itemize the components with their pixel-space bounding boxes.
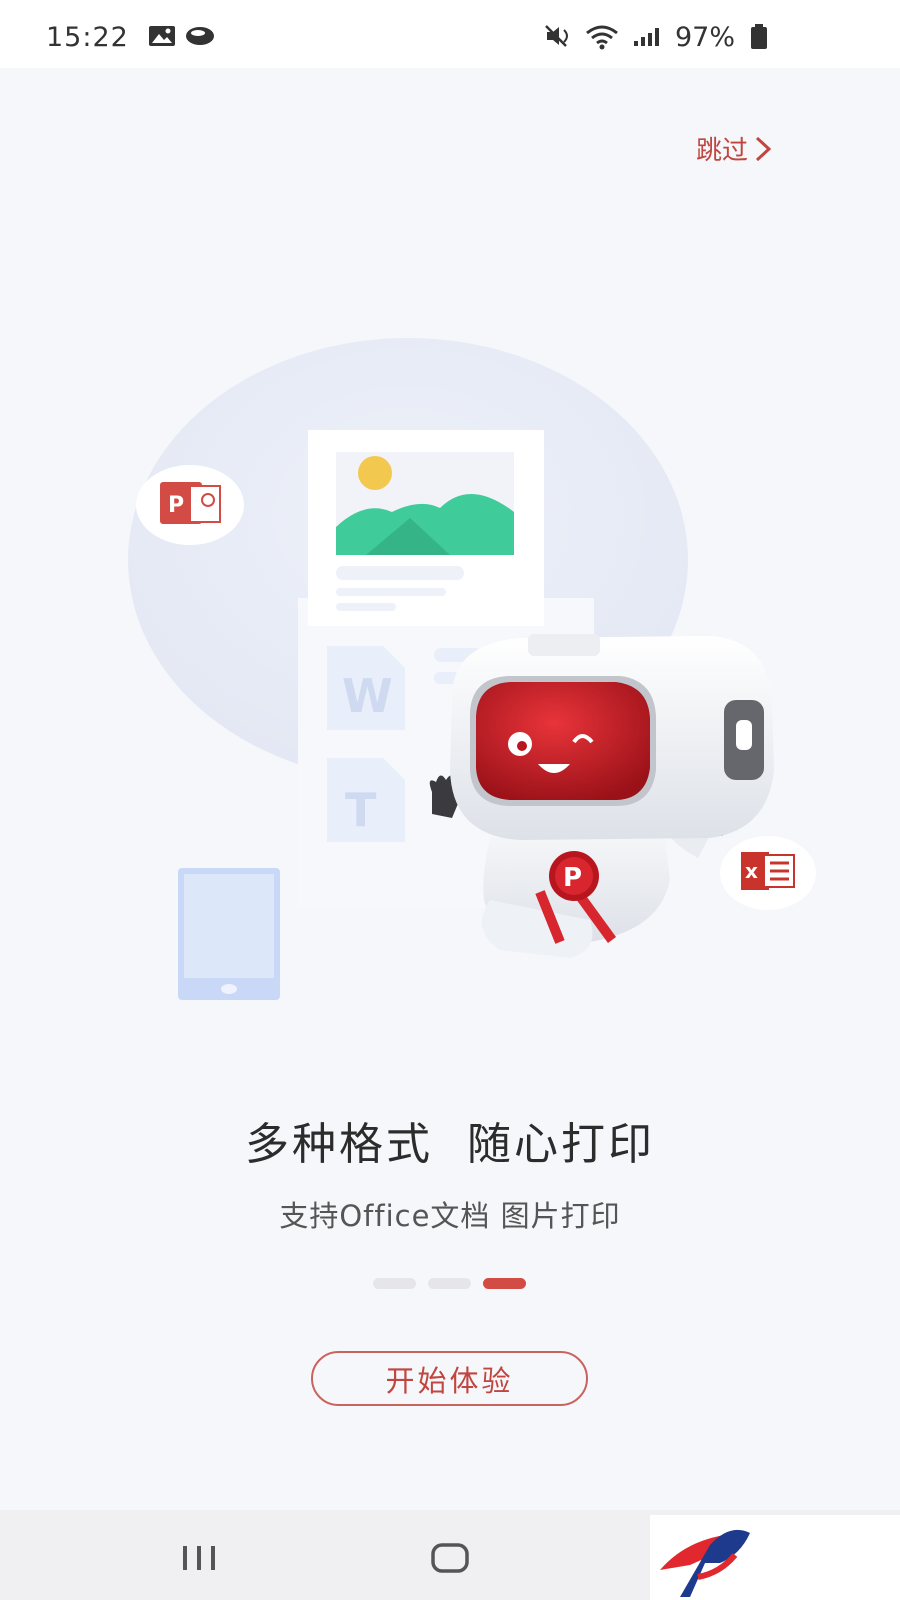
slide-subline: 支持Office文档 图片打印: [279, 1199, 621, 1233]
slide-headline: 多种格式 随心打印: [245, 1119, 655, 1170]
svg-text:x: x: [745, 859, 758, 883]
svg-text:P: P: [168, 493, 184, 518]
onboarding-illustration: W T P x P: [128, 338, 816, 1000]
mute-icon: [545, 25, 568, 47]
status-bar: 15:22 97%: [0, 0, 900, 68]
wifi-icon: [586, 25, 618, 50]
document-card-front: [308, 430, 544, 626]
battery-percent: 97%: [675, 22, 736, 53]
robot-mascot: P: [429, 634, 774, 958]
home-icon[interactable]: [430, 1542, 470, 1574]
gallery-icon: [149, 26, 175, 46]
svg-text:W: W: [342, 669, 393, 723]
status-time: 15:22: [46, 22, 129, 53]
brand-logo-icon: [660, 1529, 750, 1597]
chevron-right-icon: [756, 136, 772, 161]
signal-icon: [634, 28, 659, 46]
page-indicator: [373, 1278, 526, 1289]
brand-logo: [650, 1515, 900, 1600]
cloud-icon: [186, 27, 214, 45]
battery-icon: [751, 24, 767, 49]
page-dot-1: [373, 1278, 416, 1289]
page-dot-3-active: [483, 1278, 526, 1289]
recent-apps-icon[interactable]: [181, 1545, 217, 1571]
skip-label: 跳过: [696, 136, 749, 166]
start-experience-button[interactable]: 开始体验: [311, 1351, 588, 1406]
svg-text:P: P: [563, 863, 582, 893]
skip-button[interactable]: 跳过: [696, 130, 772, 167]
page-dot-2: [428, 1278, 471, 1289]
svg-text:T: T: [345, 783, 377, 837]
tablet-icon: [178, 868, 280, 1000]
excel-icon: x: [720, 836, 816, 910]
powerpoint-icon: P: [136, 465, 244, 545]
